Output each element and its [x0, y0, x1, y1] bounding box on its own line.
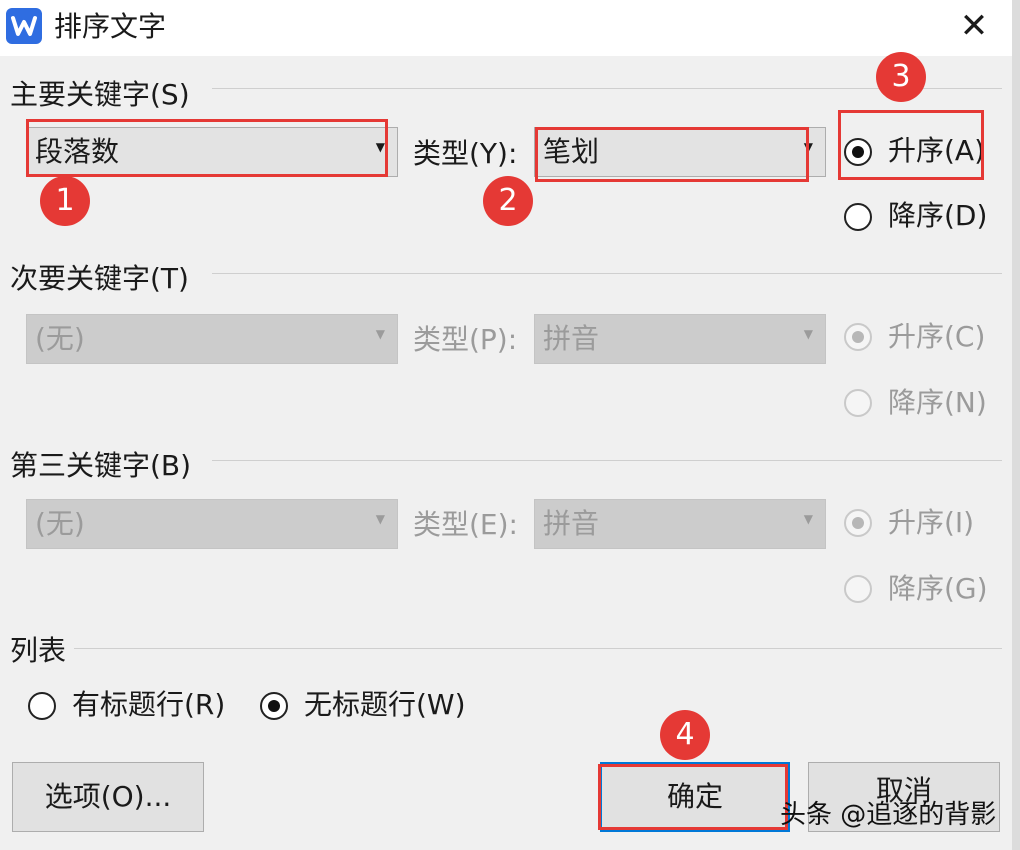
triangle-down-icon: ▼ [375, 327, 385, 341]
header-row-label[interactable]: 有标题行(R) [72, 688, 225, 722]
separator [212, 273, 1002, 274]
triangle-down-icon: ▼ [803, 327, 813, 341]
tertiary-type-label: 类型(E): [413, 508, 518, 541]
radio-dot [852, 331, 864, 343]
list-heading: 列表 [10, 634, 67, 667]
annotation-badge-3: 3 [876, 52, 926, 102]
secondary-asc-label[interactable]: 升序(C) [888, 320, 985, 354]
secondary-desc-radio[interactable] [844, 389, 872, 417]
triangle-down-icon: ▼ [803, 512, 813, 526]
primary-desc-radio[interactable] [844, 203, 872, 231]
radio-dot [268, 700, 280, 712]
separator [212, 460, 1002, 461]
annotation-highlight-type [535, 127, 809, 182]
tertiary-asc-label[interactable]: 升序(I) [888, 506, 974, 540]
close-icon[interactable]: ✕ [952, 6, 996, 46]
options-button[interactable]: 选项(O)... [12, 762, 204, 832]
primary-key-heading: 主要关键字(S) [10, 78, 190, 111]
triangle-down-icon: ▼ [375, 512, 385, 526]
secondary-asc-radio[interactable] [844, 323, 872, 351]
no-header-row-radio[interactable] [260, 692, 288, 720]
annotation-badge-4: 4 [660, 710, 710, 760]
tertiary-key-value: (无) [35, 507, 85, 540]
annotation-badge-2: 2 [483, 176, 533, 226]
window-frame-edge [1012, 0, 1020, 850]
secondary-type-select[interactable]: 拼音 ▼ [534, 314, 826, 364]
dialog-title: 排序文字 [54, 10, 167, 43]
secondary-type-value: 拼音 [543, 322, 600, 355]
secondary-key-value: (无) [35, 322, 85, 355]
annotation-badge-1: 1 [40, 176, 90, 226]
tertiary-key-heading: 第三关键字(B) [10, 449, 192, 482]
no-header-row-label[interactable]: 无标题行(W) [304, 688, 466, 722]
tertiary-desc-label[interactable]: 降序(G) [888, 572, 988, 606]
primary-type-label: 类型(Y): [413, 137, 518, 170]
secondary-type-label: 类型(P): [413, 323, 518, 356]
wps-writer-icon [6, 8, 42, 44]
annotation-highlight-primary-key [26, 119, 388, 177]
tertiary-key-select[interactable]: (无) ▼ [26, 499, 398, 549]
primary-desc-label[interactable]: 降序(D) [888, 199, 987, 233]
annotation-highlight-ascending [838, 110, 984, 180]
annotation-highlight-ok [598, 764, 788, 830]
tertiary-type-select[interactable]: 拼音 ▼ [534, 499, 826, 549]
secondary-desc-label[interactable]: 降序(N) [888, 386, 987, 420]
secondary-key-select[interactable]: (无) ▼ [26, 314, 398, 364]
tertiary-type-value: 拼音 [543, 507, 600, 540]
watermark: 头条 @追逐的背影 [780, 800, 997, 830]
header-row-radio[interactable] [28, 692, 56, 720]
secondary-key-heading: 次要关键字(T) [10, 262, 189, 295]
separator [74, 648, 1002, 649]
tertiary-asc-radio[interactable] [844, 509, 872, 537]
radio-dot [852, 517, 864, 529]
tertiary-desc-radio[interactable] [844, 575, 872, 603]
